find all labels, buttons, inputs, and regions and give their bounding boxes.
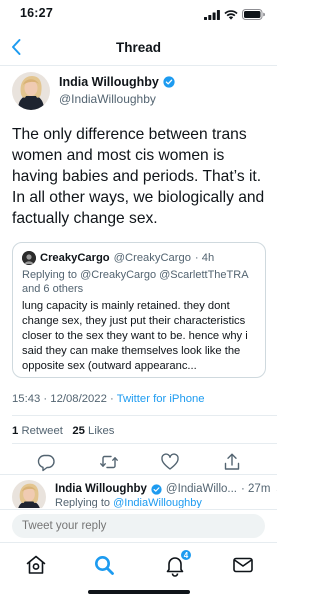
quote-age: · 4h [194,252,215,264]
status-bar: 16:27 [0,0,277,30]
author-name[interactable]: India Willoughby [59,75,175,89]
divider [0,474,277,475]
reply-replying-prefix: Replying to [55,497,114,508]
tweet-stats: 1 Retweet 25 Likes [12,425,114,437]
verified-badge-icon [163,76,175,88]
retweet-label: Retweet [21,425,63,437]
wifi-icon [224,9,238,20]
divider [12,443,277,444]
quote-header: CreakyCargo @CreakyCargo · 4h [22,251,256,265]
battery-icon [242,9,265,20]
home-icon[interactable] [24,553,48,577]
reply-author-name[interactable]: India Willoughby [55,483,147,495]
tweet-text: The only difference between trans women … [12,126,265,227]
tweet-timestamp: 15:43 · 12/08/2022 · Twitter for iPhone [12,393,205,405]
quote-replying-users[interactable]: @CreakyCargo @ScarlettTheTRA [80,269,248,281]
mail-icon[interactable] [231,553,255,577]
nav-bar: Thread [0,30,277,66]
like-count: 25 [72,425,85,437]
page-title: Thread [115,40,161,55]
quote-replying-prefix: Replying to [22,269,81,281]
notifications-badge: 4 [180,549,192,561]
reply-input[interactable] [12,514,265,538]
tweet-header: India Willoughby @IndiaWilloughby [12,72,267,112]
avatar[interactable] [12,72,50,110]
retweet-icon[interactable] [99,452,119,472]
reply-author-handle: @IndiaWillo... [165,483,238,495]
share-icon[interactable] [222,452,242,472]
reply-replying-to: Replying to @IndiaWilloughby [55,497,202,508]
cellular-signal-icon [204,9,220,20]
retweet-count: 1 [12,425,19,437]
author-handle[interactable]: @IndiaWilloughby [59,92,156,106]
tweet-source-link[interactable]: Twitter for iPhone [117,393,205,405]
reply-age: · 27m [241,483,271,495]
more-options-icon[interactable]: ⌄ [274,482,277,496]
quote-replying-suffix: and 6 others [22,283,84,295]
retweets-stat[interactable]: 1 Retweet [12,425,63,437]
reply-avatar[interactable] [12,480,46,508]
quote-text: lung capacity is mainly retained. they d… [22,300,248,372]
quoted-tweet[interactable]: CreakyCargo @CreakyCargo · 4h Replying t… [12,242,266,378]
likes-stat[interactable]: 25 Likes [72,425,114,437]
like-label: Likes [88,425,115,437]
reply-tweet[interactable]: India Willoughby @IndiaWillo... · 27m ⌄ … [0,480,277,508]
status-time: 16:27 [20,6,53,20]
reply-replying-user[interactable]: @IndiaWilloughby [113,497,202,508]
reply-icon[interactable] [36,452,56,472]
quote-avatar [22,251,36,265]
reply-composer [0,509,277,541]
like-heart-icon[interactable] [160,452,180,472]
divider [12,415,277,416]
timestamp-text: 15:43 · 12/08/2022 · [12,393,117,405]
home-indicator [88,590,190,594]
status-icons [204,9,265,20]
search-icon[interactable] [92,553,116,577]
author-name-label: India Willoughby [59,75,159,89]
quote-author-handle: @CreakyCargo [113,252,191,264]
notifications-tab[interactable]: 4 [163,549,192,577]
reply-author: India Willoughby @IndiaWillo... · 27m ⌄ [55,482,277,496]
tab-bar: 4 [0,542,277,600]
verified-badge-icon [151,483,162,495]
quote-author-name: CreakyCargo [40,252,110,264]
quote-replying-to: Replying to @CreakyCargo @ScarlettTheTRA… [22,268,256,296]
tweet-actions [12,450,262,474]
